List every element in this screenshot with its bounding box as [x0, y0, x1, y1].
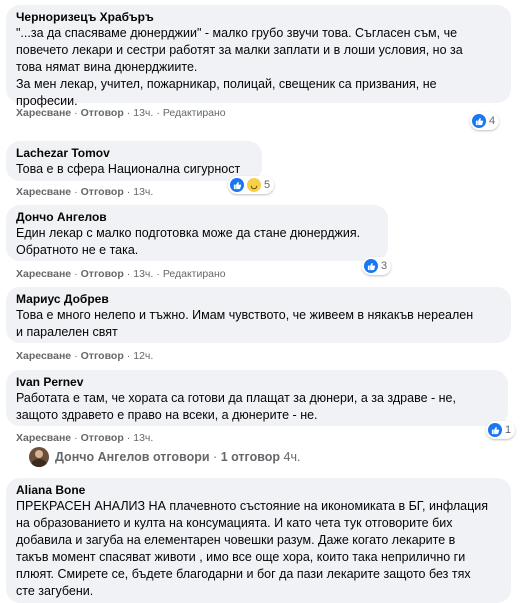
edited-label: Редактирано	[162, 107, 226, 119]
timestamp[interactable]: 13ч.	[133, 186, 153, 198]
separator-dot: ·	[213, 450, 218, 464]
reply-count: 1 отговор	[220, 450, 281, 464]
reply-action: отговори	[152, 450, 210, 464]
reply-button[interactable]: Отговор	[81, 186, 124, 198]
comment-actions: Харесване · Отговор · 13ч. · Редактирано	[16, 268, 226, 280]
comment-author[interactable]: Aliana Bone	[16, 483, 501, 498]
comment-bubble: Ivan Pernev Работата е там, че хората са…	[6, 370, 508, 426]
timestamp[interactable]: 13ч.	[133, 268, 153, 280]
comment-text: Това е в сфера Национална сигурност	[16, 162, 241, 176]
view-replies-link[interactable]: Дончо Ангелов отговори · 1 отговор 4ч.	[29, 447, 300, 467]
reply-time: 4ч.	[283, 450, 301, 464]
haha-icon: ◡	[247, 178, 261, 192]
comment-text: ПРЕКРАСЕН АНАЛИЗ НА плачевното състояние…	[16, 499, 489, 598]
like-button[interactable]: Харесване	[16, 107, 71, 119]
comment-text: "...за да спасяваме дюнерджии" - малко г…	[16, 26, 463, 108]
reaction-count: 1	[505, 424, 512, 436]
like-icon	[364, 259, 378, 273]
reaction-count: 5	[264, 179, 271, 191]
like-icon	[488, 423, 502, 437]
comment-author[interactable]: Дончо Ангелов	[16, 210, 378, 225]
edited-label: Редактирано	[162, 268, 226, 280]
like-button[interactable]: Харесване	[16, 350, 71, 362]
comment-actions: Харесване · Отговор · 13ч.	[16, 186, 154, 198]
comment-bubble: Дончо Ангелов Един лекар с малко подгото…	[6, 205, 388, 261]
comment-text: Това е много нелепо и тъжно. Имам чувств…	[16, 308, 474, 339]
comment-actions: Харесване · Отговор · 13ч.	[16, 432, 154, 444]
like-button[interactable]: Харесване	[16, 186, 71, 198]
reply-button[interactable]: Отговор	[81, 107, 124, 119]
like-button[interactable]: Харесване	[16, 432, 71, 444]
comment-author[interactable]: Lachezar Tomov	[16, 146, 252, 161]
comment-bubble: Мариус Добрев Това е много нелепо и тъжн…	[6, 287, 511, 343]
comment-bubble: Aliana Bone ПРЕКРАСЕН АНАЛИЗ НА плачевно…	[6, 478, 511, 603]
comment-actions: Харесване · Отговор · 13ч. · Редактирано	[16, 107, 226, 119]
comment-bubble: Lachezar Tomov Това е в сфера Национална…	[6, 141, 262, 181]
comment-author[interactable]: Ivan Pernev	[16, 375, 498, 390]
timestamp[interactable]: 13ч.	[133, 107, 153, 119]
reaction-summary[interactable]: 1	[486, 421, 516, 439]
comment-author[interactable]: Черноризецъ Храбъръ	[16, 10, 501, 25]
reply-author: Дончо Ангелов	[55, 450, 150, 464]
reaction-count: 4	[489, 115, 496, 127]
avatar	[29, 447, 49, 467]
reaction-count: 3	[381, 260, 388, 272]
comment-bubble: Черноризецъ Храбъръ "...за да спасяваме …	[6, 5, 511, 108]
reply-button[interactable]: Отговор	[81, 268, 124, 280]
like-icon	[230, 178, 244, 192]
reaction-summary[interactable]: 4	[470, 112, 500, 130]
reply-button[interactable]: Отговор	[81, 350, 124, 362]
timestamp[interactable]: 12ч.	[133, 350, 153, 362]
like-icon	[472, 114, 486, 128]
reply-button[interactable]: Отговор	[81, 432, 124, 444]
comment-actions: Харесване · Отговор · 12ч.	[16, 350, 154, 362]
like-button[interactable]: Харесване	[16, 268, 71, 280]
comment-text: Работата е там, че хората са готови да п…	[16, 391, 456, 422]
reaction-summary[interactable]: 3	[362, 257, 392, 275]
comment-text: Един лекар с малко подготовка може да ст…	[16, 226, 361, 257]
comment-author[interactable]: Мариус Добрев	[16, 292, 501, 307]
reaction-summary[interactable]: ◡ 5	[228, 176, 275, 194]
timestamp[interactable]: 13ч.	[133, 432, 153, 444]
